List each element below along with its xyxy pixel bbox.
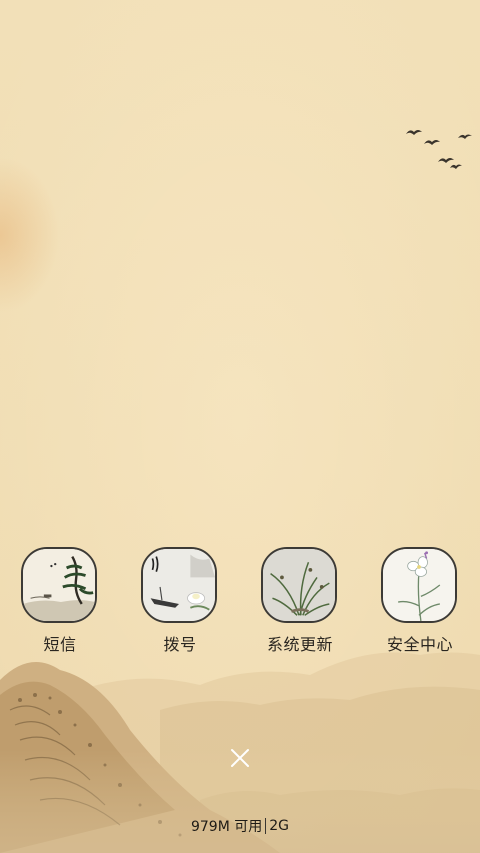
flying-birds-decoration <box>406 130 472 169</box>
divider <box>265 818 267 834</box>
network-type-text: 2G <box>269 818 290 834</box>
app-security-center[interactable]: 安全中心 <box>365 545 475 655</box>
app-label-dialer: 拨号 <box>163 635 197 654</box>
close-icon[interactable] <box>228 746 252 770</box>
app-system-update[interactable]: 系统更新 <box>245 545 355 655</box>
app-label-messages: 短信 <box>43 635 77 654</box>
app-dialer[interactable]: 拨号 <box>125 545 235 655</box>
app-label-system-update: 系统更新 <box>266 635 333 654</box>
memory-status-bar: 979M 可用 2G <box>0 816 480 838</box>
ink-orchid-icon[interactable] <box>261 547 337 623</box>
ink-magnolia-icon[interactable] <box>381 547 457 623</box>
ink-landscape-pine-icon[interactable] <box>21 547 97 623</box>
app-messages[interactable]: 短信 <box>5 545 115 655</box>
app-label-security-center: 安全中心 <box>386 635 453 654</box>
app-dock: 短信 拨号 系统更新 安全中心 <box>0 545 480 655</box>
ink-boat-lotus-icon[interactable] <box>141 547 217 623</box>
memory-available-text: 979M 可用 <box>190 819 263 835</box>
